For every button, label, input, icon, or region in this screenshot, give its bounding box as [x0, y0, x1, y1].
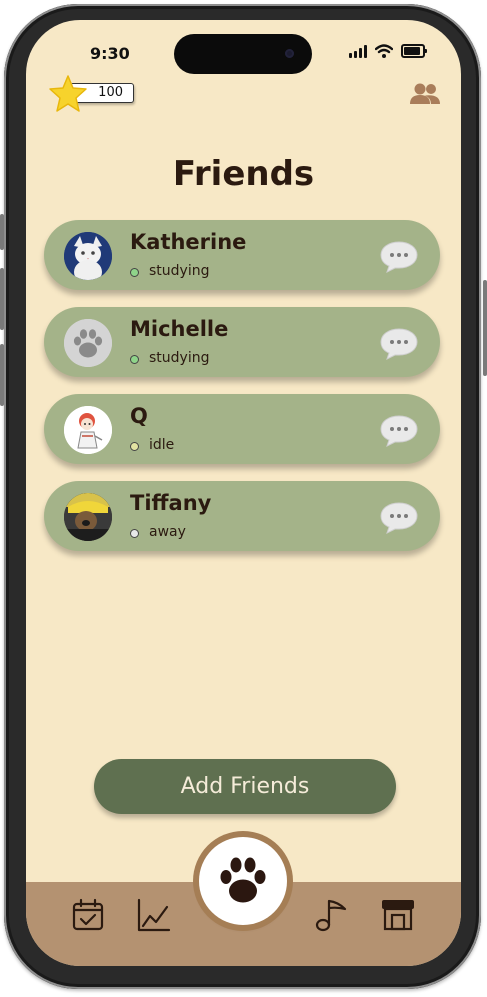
friend-card[interactable]: Michelle studying	[44, 307, 440, 377]
dynamic-island	[174, 34, 312, 74]
friend-avatar	[64, 232, 112, 280]
paw-button[interactable]	[199, 837, 287, 925]
cartoon-character	[64, 406, 112, 454]
calendar-icon[interactable]	[70, 897, 106, 933]
friend-card[interactable]: Q idle	[44, 394, 440, 464]
battery-icon	[401, 44, 427, 58]
cat-photo	[64, 232, 112, 280]
status-time: 9:30	[90, 44, 130, 63]
add-friends-button[interactable]: Add Friends	[94, 759, 396, 814]
paw-icon	[220, 857, 266, 903]
friend-status: studying	[149, 350, 210, 366]
person-photo	[64, 493, 112, 541]
paw-placeholder	[64, 319, 112, 367]
wifi-icon	[375, 44, 393, 58]
side-button	[0, 214, 4, 250]
music-note-icon[interactable]	[314, 897, 350, 933]
friend-avatar	[64, 493, 112, 541]
friend-card[interactable]: Katherine studying	[44, 220, 440, 290]
signal-icon	[349, 44, 367, 58]
people-icon[interactable]	[409, 80, 441, 108]
side-button	[0, 344, 4, 406]
friend-avatar	[64, 319, 112, 367]
friend-status: studying	[149, 263, 210, 279]
chat-bubble-icon[interactable]	[380, 501, 418, 535]
chat-bubble-icon[interactable]	[380, 327, 418, 361]
friend-avatar	[64, 406, 112, 454]
points-display: 100	[48, 74, 140, 114]
side-button	[483, 280, 487, 376]
status-icons	[349, 44, 427, 58]
chart-icon[interactable]	[136, 897, 172, 933]
friend-status: away	[149, 524, 186, 540]
friend-name: Michelle	[130, 317, 229, 341]
page-title: Friends	[172, 154, 315, 194]
friend-card[interactable]: Tiffany away	[44, 481, 440, 551]
friend-status: idle	[149, 437, 175, 453]
app-screen: 9:30 100 Friends Katherine studying Mich…	[26, 20, 461, 966]
status-dot	[130, 529, 139, 538]
shop-icon[interactable]	[380, 897, 416, 933]
chat-bubble-icon[interactable]	[380, 414, 418, 448]
status-dot	[130, 268, 139, 277]
friend-name: Q	[130, 404, 148, 428]
side-button	[0, 268, 4, 330]
star-icon	[49, 75, 87, 112]
friend-name: Tiffany	[130, 491, 212, 515]
chat-bubble-icon[interactable]	[380, 240, 418, 274]
friend-name: Katherine	[130, 230, 247, 254]
status-dot	[130, 442, 139, 451]
status-dot	[130, 355, 139, 364]
